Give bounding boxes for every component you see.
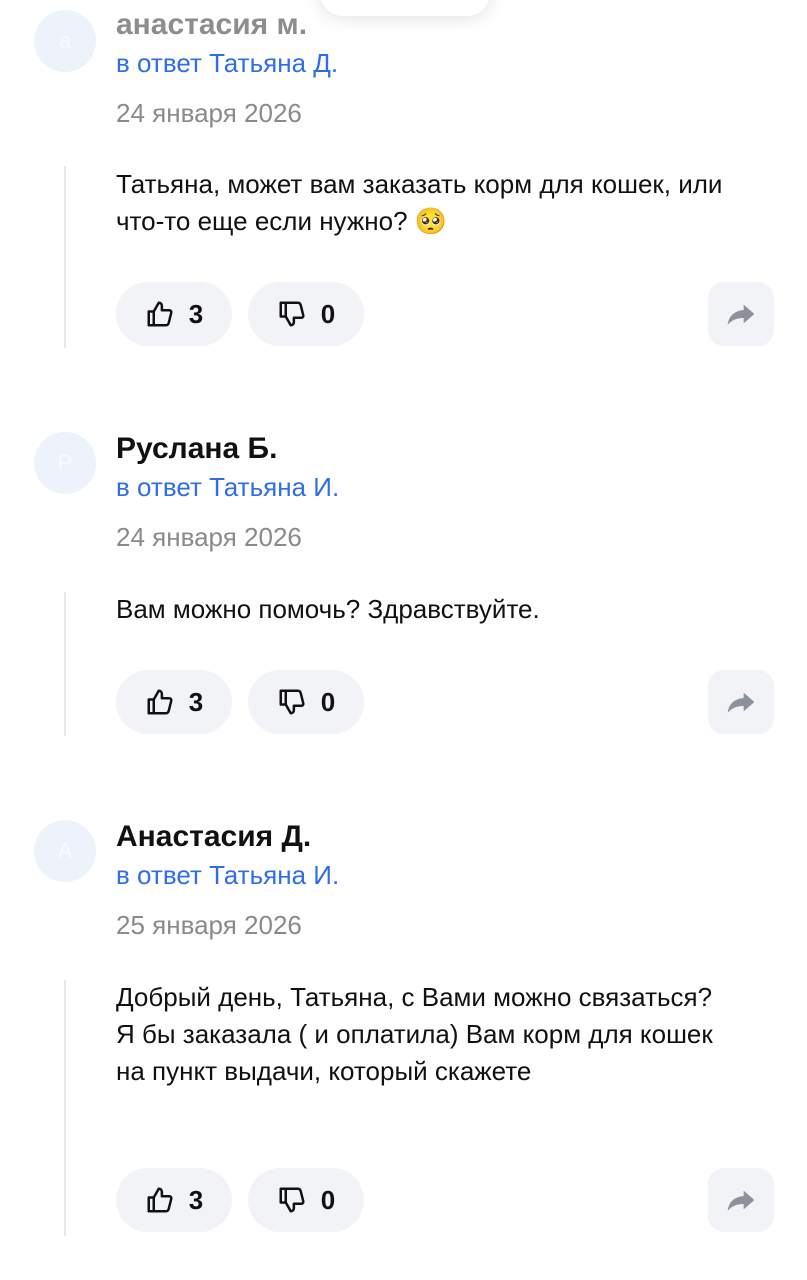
avatar[interactable]: Р bbox=[34, 432, 96, 494]
comment-date: 24 января 2026 bbox=[116, 522, 302, 552]
dislike-button[interactable]: 0 bbox=[248, 282, 364, 346]
thumbs-up-icon bbox=[147, 1187, 173, 1213]
comment-author[interactable]: Анастасия Д. bbox=[116, 820, 311, 854]
reply-to-link[interactable]: в ответ Татьяна И. bbox=[116, 472, 339, 503]
reply-to-link[interactable]: в ответ Татьяна Д. bbox=[116, 48, 338, 79]
thread-line bbox=[64, 980, 66, 1236]
avatar-letter: а bbox=[58, 28, 72, 53]
thread-line bbox=[64, 592, 66, 736]
comment-body: Добрый день, Татьяна, с Вами можно связа… bbox=[116, 982, 713, 1086]
thumbs-up-icon bbox=[147, 301, 173, 327]
reply-to-link[interactable]: в ответ Татьяна И. bbox=[116, 860, 339, 891]
share-button[interactable] bbox=[708, 282, 774, 346]
thumbs-up-icon bbox=[147, 689, 173, 715]
comment-author[interactable]: Руслана Б. bbox=[116, 432, 277, 466]
dislike-count: 0 bbox=[320, 298, 336, 329]
like-count: 3 bbox=[188, 1184, 204, 1215]
thumbs-down-icon bbox=[279, 1187, 305, 1213]
share-button[interactable] bbox=[708, 1168, 774, 1232]
like-count: 3 bbox=[188, 298, 204, 329]
pleading-face-emoji: 🥺 bbox=[414, 207, 448, 237]
thumbs-down-icon bbox=[279, 301, 305, 327]
thread-line bbox=[64, 166, 66, 348]
dislike-button[interactable]: 0 bbox=[248, 1168, 364, 1232]
avatar[interactable]: А bbox=[34, 820, 96, 882]
avatar[interactable]: а bbox=[34, 10, 96, 72]
comment-text: Вам можно помочь? Здравствуйте. bbox=[116, 591, 756, 628]
like-button[interactable]: 3 bbox=[116, 670, 232, 734]
comment-author[interactable]: анастасия м. bbox=[116, 8, 307, 42]
thumbs-down-icon bbox=[279, 689, 305, 715]
avatar-letter: Р bbox=[57, 450, 73, 475]
avatar-letter: А bbox=[57, 838, 73, 863]
share-button[interactable] bbox=[708, 670, 774, 734]
share-arrow-icon bbox=[727, 692, 755, 713]
floating-pill bbox=[320, 0, 490, 16]
comment-text: Добрый день, Татьяна, с Вами можно связа… bbox=[116, 979, 736, 1090]
share-arrow-icon bbox=[727, 304, 755, 325]
like-button[interactable]: 3 bbox=[116, 1168, 232, 1232]
share-arrow-icon bbox=[727, 1190, 755, 1211]
comment-body: Вам можно помочь? Здравствуйте. bbox=[116, 594, 540, 624]
like-count: 3 bbox=[188, 686, 204, 717]
comment-date: 24 января 2026 bbox=[116, 98, 302, 128]
dislike-count: 0 bbox=[320, 686, 336, 717]
like-button[interactable]: 3 bbox=[116, 282, 232, 346]
dislike-button[interactable]: 0 bbox=[248, 670, 364, 734]
comment-date: 25 января 2026 bbox=[116, 910, 302, 940]
dislike-count: 0 bbox=[320, 1184, 336, 1215]
comment-text: Татьяна, может вам заказать корм для кош… bbox=[116, 166, 756, 241]
